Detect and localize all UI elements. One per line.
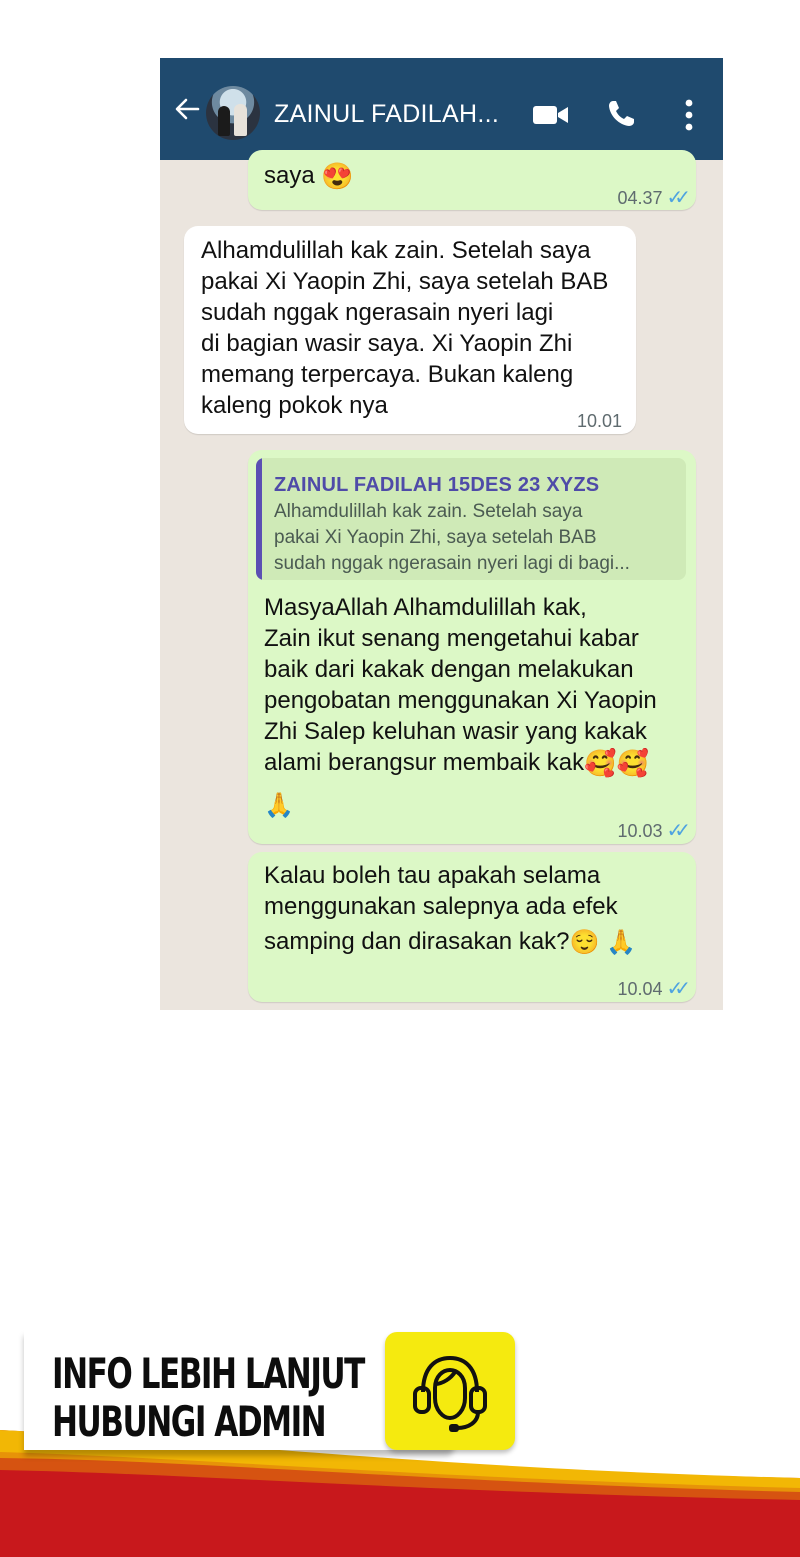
relieved-face-emoji: 😌 🙏 — [569, 929, 636, 957]
back-arrow-icon[interactable] — [174, 96, 200, 122]
headset-support-icon — [413, 1355, 487, 1432]
chat-header: ZAINUL FADILAH... — [160, 58, 723, 160]
phone-call-icon[interactable] — [606, 99, 636, 129]
message-text: Kalau boleh tau apakah selama menggunaka… — [264, 862, 636, 957]
heart-eyes-emoji: 😍 — [321, 161, 354, 192]
message-text: MasyaAllah Alhamdulillah kak, Zain ikut … — [264, 594, 657, 820]
message-bubble-outgoing[interactable]: Kalau boleh tau apakah selama menggunaka… — [248, 852, 696, 1002]
quote-author: ZAINUL FADILAH 15DES 23 XYZS — [274, 474, 600, 496]
folded-hands-emoji: 🙏 — [264, 792, 294, 820]
message-time: 10.03 ✓✓ — [617, 820, 690, 842]
smiling-hearts-emoji: 🥰🥰 — [584, 748, 649, 779]
message-bubble-outgoing[interactable]: ZAINUL FADILAH 15DES 23 XYZS Alhamdulill… — [248, 450, 696, 844]
message-time: 04.37 ✓✓ — [617, 187, 690, 209]
quote-text: Alhamdulillah kak zain. Setelah saya pak… — [274, 501, 630, 574]
chat-screenshot: ZAINUL FADILAH... saya 😍 04.37 ✓✓ Alhamdu… — [160, 58, 723, 1010]
avatar[interactable] — [206, 86, 260, 140]
more-vert-icon[interactable] — [678, 98, 700, 132]
video-call-icon[interactable] — [532, 102, 570, 128]
banner-text: INFO LEBIH LANJUT HUBUNGI ADMIN — [52, 1349, 365, 1446]
read-ticks-icon: ✓✓ — [666, 820, 690, 842]
message-bubble-incoming[interactable]: Alhamdulillah kak zain. Setelah saya pak… — [184, 226, 636, 434]
message-text: Alhamdulillah kak zain. Setelah saya pak… — [201, 237, 609, 419]
quoted-reply[interactable]: ZAINUL FADILAH 15DES 23 XYZS Alhamdulill… — [256, 458, 686, 580]
read-ticks-icon: ✓✓ — [666, 978, 690, 1000]
message-bubble-outgoing[interactable]: saya 😍 04.37 ✓✓ — [248, 150, 696, 210]
quote-bar — [256, 458, 262, 580]
read-ticks-icon: ✓✓ — [666, 187, 690, 209]
message-time: 10.04 ✓✓ — [617, 978, 690, 1000]
contact-name[interactable]: ZAINUL FADILAH... — [274, 100, 499, 129]
message-time: 10.01 — [576, 411, 622, 431]
contact-admin-button[interactable] — [385, 1332, 515, 1450]
message-text: saya — [264, 162, 315, 189]
